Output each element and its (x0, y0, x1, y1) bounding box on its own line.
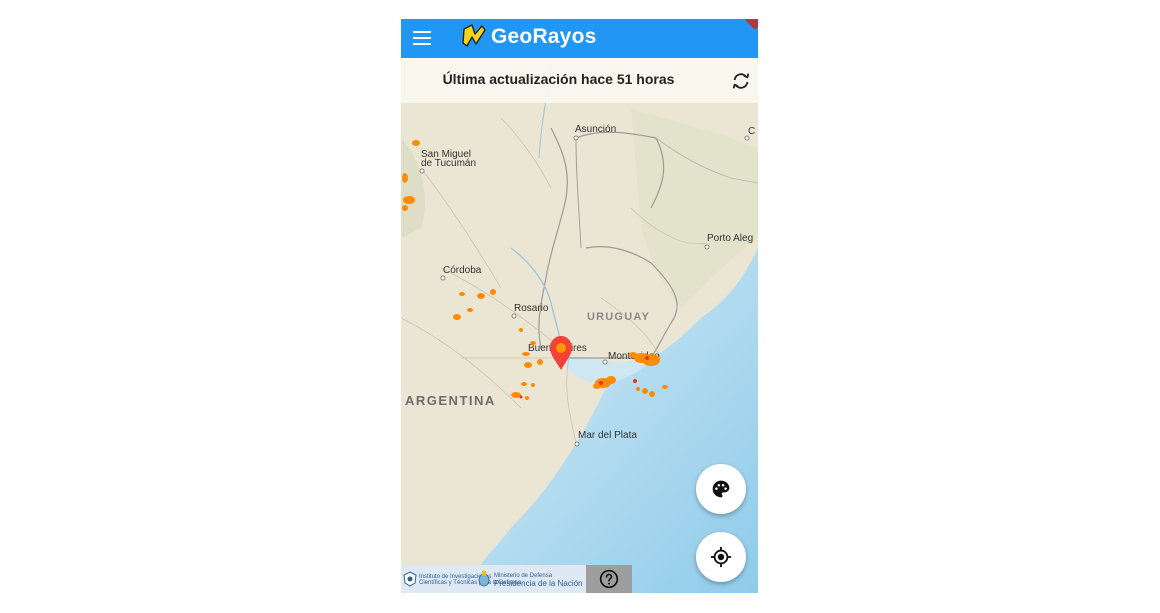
app-title: GeoRayos (491, 25, 597, 48)
refresh-icon[interactable] (730, 70, 752, 92)
label-mar-del-plata: Mar del Plata (578, 430, 637, 441)
app-screen: Asunción San Miguel de Tucumán C Porto A… (401, 19, 758, 593)
presidency-text: Presidencia de la Nación (494, 579, 583, 588)
label-argentina: ARGENTINA (405, 393, 496, 408)
app-bar: GeoRayos (401, 19, 758, 58)
label-cordoba: Córdoba (443, 265, 482, 276)
label-porto-alegre: Porto Aleg (707, 233, 753, 244)
palette-button[interactable] (696, 464, 746, 514)
my-location-icon (710, 546, 732, 568)
institute-shield-icon (403, 571, 417, 587)
label-asuncion: Asunción (575, 124, 616, 135)
palette-icon (712, 480, 730, 498)
lightning-map[interactable]: Asunción San Miguel de Tucumán C Porto A… (401, 58, 758, 593)
label-corner: C (748, 126, 755, 137)
help-button[interactable] (586, 565, 632, 593)
update-status-bar: Última actualización hace 51 horas (401, 58, 758, 103)
corner-badge (745, 19, 758, 30)
last-update-text: Última actualización hace 51 horas (442, 71, 675, 87)
my-location-button[interactable] (696, 532, 746, 582)
label-uruguay: URUGUAY (587, 311, 650, 323)
label-rosario: Rosario (514, 303, 549, 314)
lightning-logo-icon (462, 24, 486, 47)
hamburger-menu-icon[interactable] (409, 25, 435, 51)
label-tucuman-2: de Tucumán (421, 158, 476, 169)
institutional-logos: Instituto de Investigaciones Científicas… (401, 565, 586, 593)
help-circle-icon (599, 569, 619, 589)
coat-of-arms-icon (478, 570, 490, 587)
